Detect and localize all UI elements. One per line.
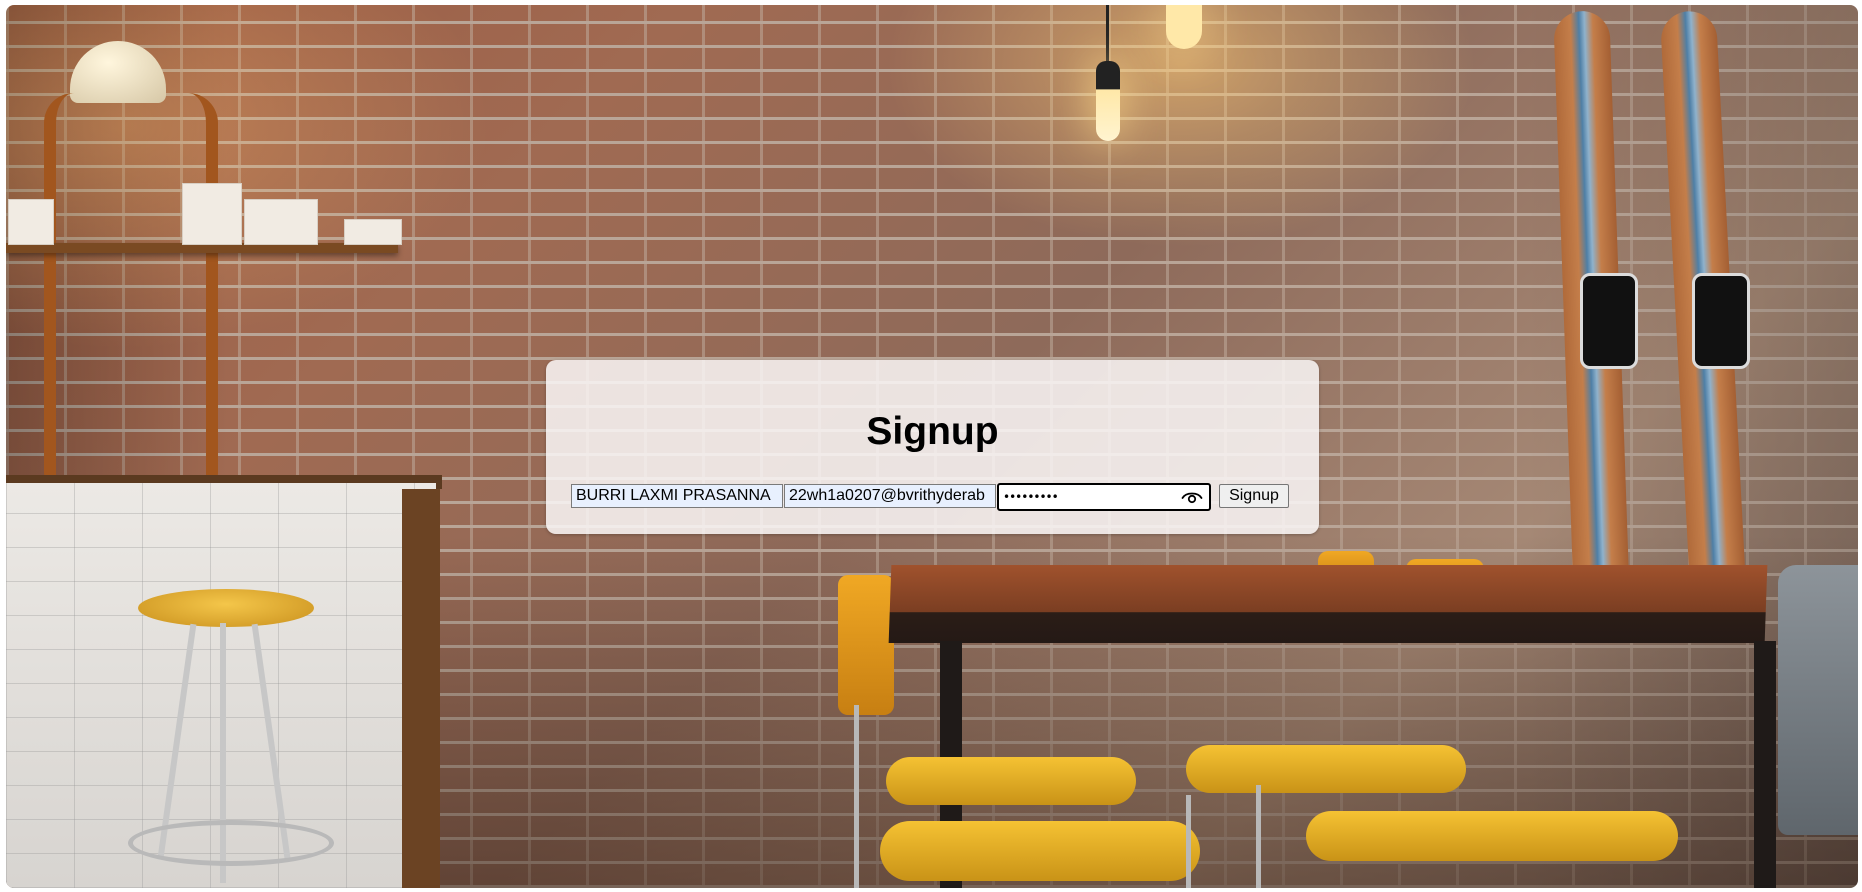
armchair: [1778, 565, 1858, 835]
shelf-box: [8, 199, 54, 245]
name-input[interactable]: BURRI LAXMI PRASANNA: [571, 484, 783, 508]
shelf-box: [344, 219, 402, 245]
signup-title: Signup: [866, 410, 999, 453]
bar-stool-seat: [138, 589, 314, 627]
wooden-table: [888, 565, 1768, 643]
chair-leg: [1256, 785, 1261, 888]
ski-binding: [1580, 273, 1638, 369]
bar-stool-ring: [128, 820, 334, 866]
table-leg: [1754, 641, 1776, 888]
eye-icon[interactable]: [1181, 489, 1203, 505]
chair-back: [838, 575, 894, 715]
chair-seat: [886, 757, 1136, 805]
password-input[interactable]: •••••••••: [997, 483, 1211, 511]
chair-seat: [1186, 745, 1466, 793]
lamp-cord: [1106, 5, 1109, 65]
chair-seat: [880, 821, 1200, 881]
chair-leg: [1186, 795, 1191, 888]
chair-seat: [1306, 811, 1678, 861]
shelf-box: [244, 199, 318, 245]
shelf-box: [182, 183, 242, 245]
email-input[interactable]: 22wh1a0207@bvrithyderab: [784, 484, 996, 508]
password-mask: •••••••••: [1003, 490, 1059, 504]
hanging-bulb: [1166, 5, 1202, 49]
chair-leg: [854, 705, 859, 888]
hanging-bulb: [1096, 61, 1120, 141]
coffee-dripper: [44, 93, 218, 483]
ski-binding: [1692, 273, 1750, 369]
counter-side: [402, 489, 440, 888]
signup-card: Signup BURRI LAXMI PRASANNA 22wh1a0207@b…: [546, 360, 1319, 534]
signup-button[interactable]: Signup: [1219, 484, 1289, 508]
